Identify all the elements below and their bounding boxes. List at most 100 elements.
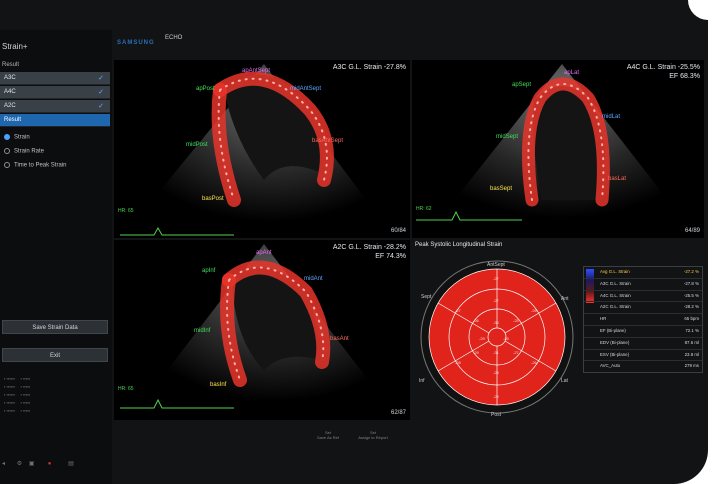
- segment-label: midAnt: [304, 276, 323, 282]
- svg-text:-26: -26: [531, 360, 538, 365]
- export-icon[interactable]: ▤: [68, 461, 74, 467]
- segment-label: basAntSept: [312, 138, 343, 144]
- panel-title: A4C G.L. Strain -25.5% EF 68.3%: [626, 64, 700, 80]
- save-strain-data-button[interactable]: Save Strain Data: [2, 320, 108, 334]
- table-row: A4C G.L. Strain -25.5 %: [584, 291, 702, 303]
- a2c-view-panel: apAnt apInf midAnt midInf basAnt basInf …: [114, 240, 410, 420]
- mini-options: ▪ ▪▪▪▪▪▪ ▪ ▪▪▪▪▪ ▪ ▪▪▪▪▪▪ ▪ ▪▪▪▪▪ ▪ ▪▪▪▪…: [4, 376, 31, 413]
- radio-time-to-peak[interactable]: Time to Peak Strain: [4, 162, 66, 169]
- media-icon[interactable]: ▣: [29, 461, 35, 467]
- table-row: A2C G.L. Strain -28.2 %: [584, 302, 702, 315]
- segment-label: apSept: [512, 82, 531, 88]
- strain-summary-table: Avg G.L. Strain -27.2 % A3C G.L. Strain -2…: [583, 266, 703, 374]
- segment-label: apInf: [202, 268, 216, 274]
- segment-label: basSept: [490, 186, 512, 192]
- check-icon: ✓: [98, 89, 104, 96]
- view-row-a4c[interactable]: A4C ✓: [0, 86, 110, 99]
- frame-counter: 60/84: [390, 228, 406, 234]
- svg-text:-31: -31: [493, 350, 500, 355]
- svg-text:-29: -29: [479, 336, 486, 341]
- svg-text:-28: -28: [493, 370, 500, 375]
- assign-to-report-button[interactable]: Set Assign to Report: [348, 430, 398, 440]
- tool-icon[interactable]: ◂: [2, 461, 5, 467]
- samsung-logo: SAMSUNG: [117, 40, 155, 46]
- frame-counter: 64/89: [684, 228, 700, 234]
- result-label: Result: [2, 62, 20, 68]
- bullseye-panel: Peak Systolic Longitudinal Strain -27 -26…: [413, 240, 705, 420]
- segment-label: basPost: [202, 196, 224, 202]
- segment-label: midSept: [496, 134, 518, 140]
- a3c-echo-image: apAntSept apPost midAntSept midPost basA…: [120, 64, 374, 236]
- heart-rate: HR: 65: [118, 386, 134, 392]
- direction-label: Lat: [561, 378, 569, 384]
- direction-label: AntSept: [487, 262, 505, 268]
- a3c-view-panel: apAntSept apPost midAntSept midPost basA…: [114, 60, 410, 238]
- segment-label: basAnt: [330, 336, 349, 342]
- direction-label: Post: [491, 412, 502, 418]
- radio-dot-icon: [4, 162, 10, 168]
- panel-title: A2C G.L. Strain -28.2% EF 74.3%: [332, 244, 406, 260]
- segment-label: basLat: [608, 176, 626, 182]
- segment-label: apPost: [196, 86, 215, 92]
- view-label: A4C: [4, 89, 16, 95]
- view-row-a3c[interactable]: A3C ✓: [0, 72, 110, 85]
- a4c-echo-image: apLat apSept midLat midSept basLat basSe…: [416, 64, 674, 227]
- a4c-view-panel: apLat apSept midLat midSept basLat basSe…: [412, 60, 704, 238]
- frame-counter: 62/87: [390, 410, 406, 416]
- segment-label: basInf: [210, 382, 227, 388]
- radio-strain[interactable]: Strain: [4, 134, 30, 141]
- save-as-ref-button[interactable]: Set Save As Ref: [308, 430, 348, 440]
- app-window: Strain+ Result A3C ✓ A4C ✓ A2C ✓ Result Str…: [0, 0, 708, 484]
- table-row: Avg G.L. Strain -27.2 %: [584, 267, 702, 279]
- a2c-echo-image: apAnt apInf midAnt midInf basAnt basInf: [120, 244, 376, 410]
- view-row-a2c[interactable]: A2C ✓: [0, 100, 110, 113]
- sidebar: Strain+ Result A3C ✓ A4C ✓ A2C ✓ Result Str…: [0, 30, 112, 484]
- svg-text:-30: -30: [493, 320, 500, 325]
- table-row: EF (Bi-plane) 72.1 %: [584, 326, 702, 338]
- svg-text:-28: -28: [455, 360, 462, 365]
- record-icon[interactable]: ●: [48, 461, 52, 467]
- svg-text:-29: -29: [473, 350, 480, 355]
- mode-label: ECHO: [165, 35, 183, 41]
- bullseye-plot: -27-26-26 -29-28-27 -27-25-27 -28-29-26 …: [419, 260, 574, 418]
- direction-label: Ant: [561, 296, 569, 302]
- table-row: HR 65 bpm: [584, 314, 702, 326]
- settings-icon[interactable]: ⚙: [17, 461, 22, 467]
- heart-rate: HR: 65: [118, 208, 134, 214]
- radio-label: Strain Rate: [14, 148, 45, 155]
- check-icon: ✓: [98, 103, 104, 110]
- radio-label: Strain: [14, 134, 30, 141]
- segment-label: midAntSept: [290, 86, 321, 92]
- direction-label: Sept: [421, 294, 432, 300]
- segment-label: apAntSept: [242, 68, 270, 74]
- segment-label: midPost: [186, 142, 208, 148]
- result-row[interactable]: Result: [0, 114, 110, 127]
- svg-text:-26: -26: [531, 308, 538, 313]
- table-row: A3C G.L. Strain -27.8 %: [584, 279, 702, 291]
- table-row: EDV (Bi-plane) 87.6 ml: [584, 338, 702, 350]
- svg-text:-29: -29: [493, 394, 500, 399]
- segment-label: apLat: [564, 70, 579, 76]
- panel-title: A3C G.L. Strain -27.8%: [332, 64, 406, 71]
- svg-text:-27: -27: [493, 298, 500, 303]
- segment-label: midLat: [602, 114, 620, 120]
- svg-text:-27: -27: [455, 308, 462, 313]
- direction-label: Inf: [419, 378, 425, 384]
- svg-text:-27: -27: [493, 276, 500, 281]
- radio-dot-icon: [4, 148, 10, 154]
- check-icon: ✓: [98, 75, 104, 82]
- radio-label: Time to Peak Strain: [14, 162, 67, 169]
- exit-button[interactable]: Exit: [2, 348, 108, 362]
- table-row: AVC_Auto 279 ms: [600, 363, 699, 369]
- bottom-icon-row: ◂ ⚙ ▣ ● ▤: [2, 460, 112, 467]
- svg-text:-26: -26: [473, 318, 480, 323]
- table-row: ESV (Bi-plane) 23.8 ml: [584, 350, 702, 362]
- segment-label: apAnt: [256, 250, 272, 256]
- view-label: A2C: [4, 103, 16, 109]
- heart-rate: HR: 62: [416, 206, 432, 212]
- svg-text:-25: -25: [513, 318, 520, 323]
- svg-text:-28: -28: [503, 336, 510, 341]
- radio-dot-icon: [4, 134, 10, 140]
- sidebar-title: Strain+: [2, 42, 28, 51]
- radio-strain-rate[interactable]: Strain Rate: [4, 148, 44, 155]
